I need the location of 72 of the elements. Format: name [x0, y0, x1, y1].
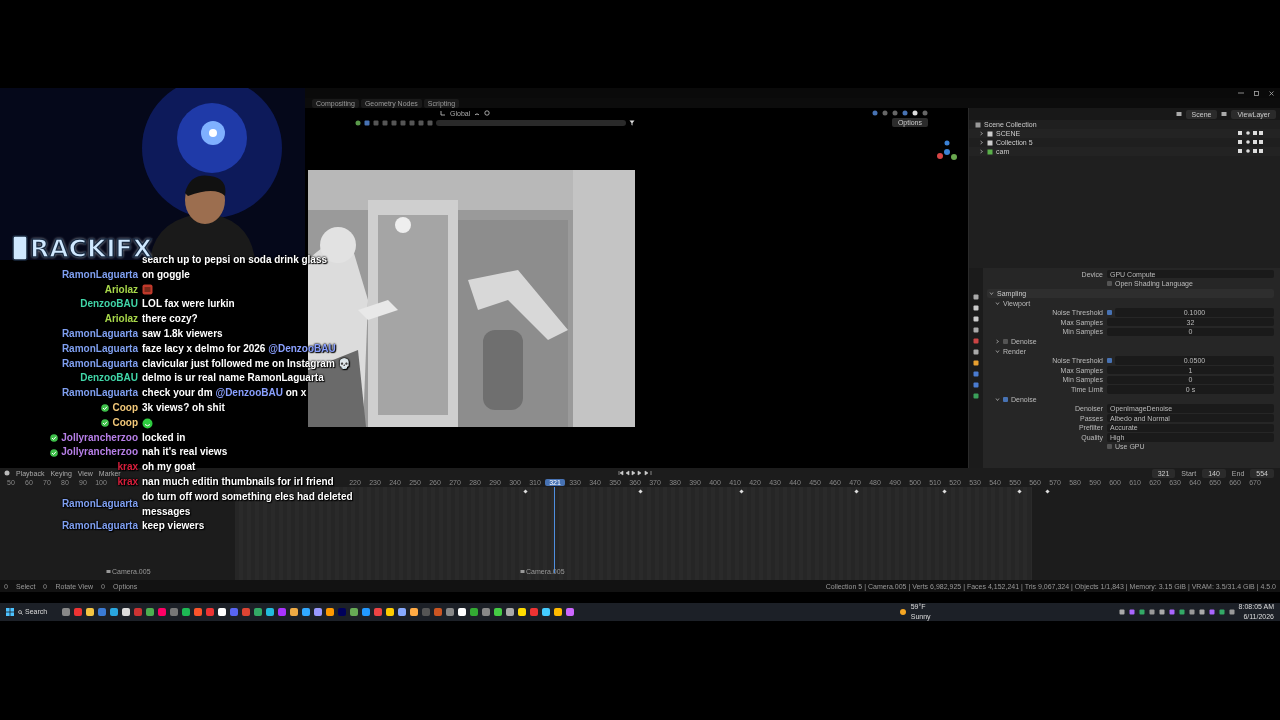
- keyframe-icon[interactable]: [1045, 489, 1050, 494]
- message-text: keep viewers: [142, 520, 205, 532]
- username: krax: [117, 475, 138, 489]
- chevron-icon[interactable]: [995, 396, 1000, 402]
- chevron-icon[interactable]: [995, 348, 1000, 354]
- keyframe-icon[interactable]: [942, 489, 947, 494]
- mention-link[interactable]: @DenzooBAU: [215, 387, 283, 399]
- chevron-icon[interactable]: [989, 291, 994, 296]
- checkbox[interactable]: [1003, 338, 1008, 344]
- chevron-icon[interactable]: [979, 149, 984, 154]
- message-text: saw 1.8k viewers: [142, 328, 223, 339]
- search-icon: [18, 609, 23, 615]
- message-text: 3k views? oh shit: [142, 401, 225, 413]
- username: Coop: [112, 415, 138, 430]
- username: RamonLaguarta: [61, 386, 138, 401]
- username: DenzooBAU: [80, 297, 138, 312]
- message-text: nah it's real views: [142, 446, 228, 458]
- scene-icon: [1175, 111, 1182, 117]
- keyframe-icon[interactable]: [1017, 489, 1022, 494]
- mouse-icon: [101, 583, 106, 589]
- message-text: there cozy?: [142, 313, 198, 325]
- username: RamonLaguarta: [61, 341, 138, 356]
- maximize-icon[interactable]: [1254, 90, 1259, 96]
- chevron-icon[interactable]: [979, 131, 984, 136]
- username: DenzooBAU: [80, 371, 138, 386]
- username: Jollyrancherzoo: [61, 430, 138, 445]
- username: RamonLaguarta: [61, 356, 138, 371]
- mouse-icon: [4, 583, 8, 589]
- username: RamonLaguarta: [61, 497, 138, 512]
- username: Ariolaz: [104, 282, 138, 297]
- checkbox[interactable]: [1107, 444, 1112, 450]
- message-text: faze lacy x delmo for 2026: [142, 342, 266, 354]
- emote-icon: [142, 417, 153, 429]
- chevron-icon[interactable]: [979, 140, 984, 145]
- message-text: check your dm: [142, 387, 213, 399]
- checkbox[interactable]: [1107, 358, 1112, 364]
- start-icon[interactable]: [6, 608, 14, 616]
- message-text: on goggle: [142, 268, 190, 280]
- camera-marker-icon[interactable]: [520, 569, 525, 574]
- message-text: oh my goat: [142, 461, 196, 473]
- message-text: LOL fax were lurkin: [142, 298, 235, 310]
- playback-controls-icon[interactable]: [618, 470, 655, 476]
- username: Jollyrancherzoo: [61, 445, 138, 460]
- globe-icon[interactable]: [355, 119, 361, 126]
- camera-marker-icon[interactable]: [106, 569, 111, 574]
- username: RamonLaguarta: [61, 519, 138, 534]
- keyframe-icon[interactable]: [523, 489, 528, 494]
- username: Coop: [112, 400, 138, 415]
- weather-icon: [898, 608, 907, 616]
- checkbox[interactable]: [1107, 281, 1112, 287]
- editor-type-icon[interactable]: [4, 470, 10, 476]
- message-text: locked in: [142, 431, 186, 443]
- message-text: on x: [285, 387, 307, 399]
- username: RamonLaguarta: [61, 327, 138, 341]
- layers-icon: [1221, 111, 1228, 117]
- keyframe-icon[interactable]: [739, 489, 744, 494]
- checkbox[interactable]: [1107, 310, 1112, 316]
- close-icon[interactable]: [1269, 90, 1274, 96]
- funnel-icon[interactable]: [629, 119, 635, 126]
- message-text: delmo is ur real name RamonLaguarta: [142, 372, 324, 384]
- chevron-icon[interactable]: [995, 300, 1000, 306]
- username: RamonLaguarta: [61, 267, 138, 282]
- minimize-icon[interactable]: [1238, 91, 1244, 95]
- keyframe-icon[interactable]: [638, 489, 643, 494]
- username: Ariolaz: [104, 312, 138, 327]
- mouse-icon: [43, 583, 48, 589]
- search-field[interactable]: [436, 119, 626, 126]
- checkbox[interactable]: [1003, 396, 1008, 402]
- message-text: nan much editin thumbnails for irl friend: [142, 475, 334, 487]
- emote-icon: [142, 284, 153, 296]
- chevron-icon[interactable]: [995, 338, 1000, 344]
- keyframe-icon[interactable]: [854, 489, 859, 494]
